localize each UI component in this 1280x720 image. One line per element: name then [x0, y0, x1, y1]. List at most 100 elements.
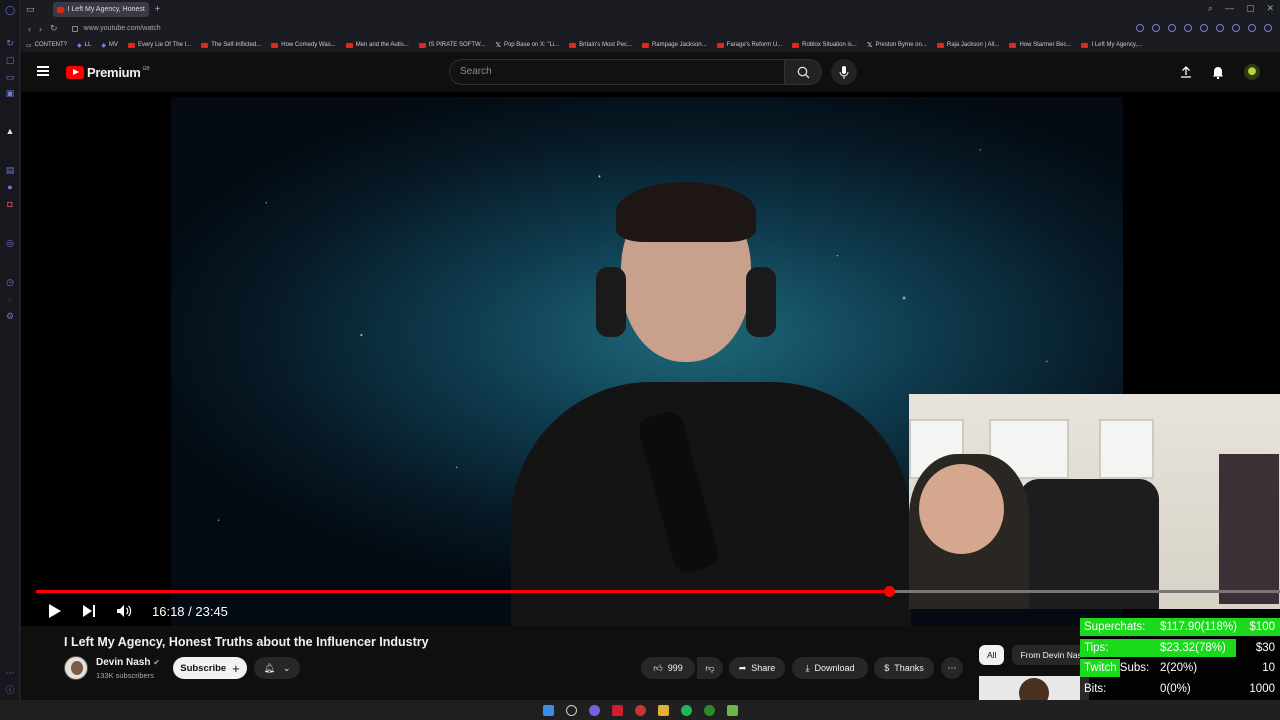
bookmark-item[interactable]: Men and the Autis... [345, 42, 409, 48]
opera-taskbar-icon[interactable] [611, 704, 623, 716]
forward-icon[interactable]: › [39, 24, 42, 34]
zoom-icon[interactable] [1136, 24, 1144, 32]
progress-bar-played[interactable] [36, 590, 890, 593]
tab-active[interactable]: I Left My Agency, Honest [52, 2, 149, 17]
sidebar-settings-icon[interactable]: ⚙ [5, 311, 15, 321]
bookmark-item[interactable]: The Self-Inflicted... [201, 42, 261, 48]
bookmark-item[interactable]: ◆ LL [77, 42, 91, 49]
like-button[interactable]: 👍︎ 999 [641, 657, 695, 679]
bookmark-item[interactable]: How Starmer Bec... [1009, 42, 1071, 48]
share-icon: ➦ [738, 662, 747, 673]
maximize-icon[interactable]: ▢ [1246, 3, 1255, 14]
sidebar-twitch-icon[interactable]: ▤ [5, 165, 15, 175]
download-button[interactable]: ⤓ Download [792, 657, 868, 679]
video-player[interactable]: 16:18 / 23:45 [21, 92, 1280, 626]
close-icon[interactable]: ✕ [1266, 3, 1274, 14]
bookmark-item[interactable]: I Left My Agency,... [1081, 42, 1142, 48]
logo-country-badge: GB [142, 65, 150, 72]
bookmark-label: Britain's Most Pec... [579, 42, 632, 48]
bookmark-item[interactable]: Farage's Reform U... [716, 42, 782, 48]
reload-icon[interactable]: ↻ [50, 23, 58, 34]
sidebar-player-icon[interactable]: ◎ [5, 238, 15, 248]
search-tabs-icon[interactable]: ⌕ [1208, 3, 1213, 14]
chip-all[interactable]: All [979, 645, 1005, 665]
bookmarks-bar: ▭ CONTENT? ◆ LL ◆ MV Every Lie Of The I... The … [20, 38, 1280, 52]
notifications-bell-icon[interactable] [1212, 66, 1224, 79]
bookmark-heart-icon[interactable] [1216, 24, 1224, 32]
minecraft-icon[interactable] [726, 704, 738, 716]
snapshot-icon[interactable] [1168, 24, 1176, 32]
channel-avatar[interactable] [64, 656, 88, 680]
upload-icon[interactable] [1180, 66, 1192, 78]
download-icon[interactable] [1248, 24, 1256, 32]
play-icon[interactable] [48, 603, 62, 619]
bookmark-item[interactable]: Every Lie Of The I... [127, 42, 191, 48]
address-bar-actions [1136, 24, 1272, 32]
extensions-icon[interactable] [1232, 24, 1240, 32]
bookmark-item[interactable]: Britain's Most Pec... [569, 42, 632, 48]
file-explorer-icon[interactable] [657, 704, 669, 716]
bookmark-label: Roblox Situation is... [802, 42, 857, 48]
bookmark-item[interactable]: ▭ CONTENT? [26, 42, 67, 49]
bookmark-label: IS PIRATE SOFTW... [428, 42, 486, 48]
bookmark-item[interactable]: ◆ MV [101, 42, 118, 49]
bookmark-item[interactable]: 𝕏 Pop Base on X: "Li... [495, 41, 559, 49]
more-actions-button[interactable]: ⋯ [941, 657, 963, 679]
xbox-icon[interactable] [703, 704, 715, 716]
bookmark-item[interactable]: IS PIRATE SOFTW... [418, 42, 486, 48]
player-icon[interactable] [1200, 24, 1208, 32]
dislike-button[interactable]: 👎︎ [697, 657, 723, 679]
account-avatar[interactable] [1244, 64, 1260, 80]
volume-icon[interactable] [116, 604, 132, 618]
sidebar-chat-icon[interactable]: ▢ [5, 55, 15, 65]
voice-search-button[interactable] [831, 59, 857, 85]
bookmark-item[interactable]: 𝕏 Preston Byrne on... [867, 41, 927, 49]
subscriber-count: 133K subscribers [96, 671, 154, 680]
vpn-icon[interactable] [1184, 24, 1192, 32]
share-button[interactable]: ➦ Share [729, 657, 785, 679]
channel-name-text: Devin Nash [96, 657, 151, 668]
thanks-button[interactable]: $ Thanks [874, 657, 934, 679]
search-input[interactable]: Search [449, 59, 785, 85]
bookmark-item[interactable]: How Comedy Was... [271, 42, 336, 48]
sidebar-refresh-icon[interactable]: ↻ [5, 38, 15, 48]
spotify-icon[interactable] [680, 704, 692, 716]
sidebar-aria-icon[interactable]: ▲ [5, 126, 15, 136]
search-button[interactable] [784, 59, 822, 85]
goal-row: Tips: $23.32(78%) $30 [1080, 638, 1280, 658]
sidebar-message-icon[interactable]: ▭ [5, 72, 15, 82]
sidebar-flow-icon[interactable]: ◌ [5, 294, 15, 304]
bookmark-item[interactable]: Rampage Jackson... [641, 42, 707, 48]
sidebar-info-icon[interactable]: ⓘ [5, 685, 15, 695]
minimize-icon[interactable]: — [1225, 3, 1234, 14]
sidebar-history-icon[interactable]: ◷ [5, 277, 15, 287]
bookmark-item[interactable]: Roblox Situation is... [792, 42, 857, 48]
sidebar-more-icon[interactable]: ⋯ [5, 668, 15, 678]
logo-text: Premium [87, 65, 141, 80]
bookmark-item[interactable]: Raja Jackson | Alt... [936, 42, 999, 48]
progress-bar-remaining[interactable] [889, 590, 1280, 593]
menu-icon[interactable] [37, 66, 49, 76]
camera-icon[interactable] [1152, 24, 1160, 32]
opera-menu-icon[interactable]: ◯ [5, 5, 15, 15]
next-icon[interactable] [82, 604, 96, 618]
tab-bar: ▭ I Left My Agency, Honest + ⌕ — ▢ ✕ [20, 0, 1280, 19]
recommended-thumbnail[interactable] [979, 676, 1089, 700]
url-field[interactable]: www.youtube.com/watch [71, 25, 161, 32]
sidebar-messenger-icon[interactable]: ● [5, 182, 15, 192]
tab-overview-icon[interactable]: ▭ [26, 4, 35, 15]
new-tab-icon[interactable]: + [155, 4, 161, 15]
taskbar-search-icon[interactable] [565, 704, 577, 716]
sidebar-instagram-icon[interactable]: ◘ [5, 199, 15, 209]
obs-taskbar-icon[interactable] [634, 704, 646, 716]
back-icon[interactable]: ‹ [28, 24, 31, 34]
notification-settings-button[interactable]: 🔔︎ ⌄ [254, 657, 300, 679]
youtube-bookmark-icon [1009, 42, 1017, 48]
youtube-premium-logo[interactable]: Premium GB [66, 65, 150, 80]
channel-name[interactable]: Devin Nash ✔ [96, 657, 160, 668]
sidebar-box-icon[interactable]: ▣ [5, 88, 15, 98]
easy-setup-icon[interactable] [1264, 24, 1272, 32]
start-icon[interactable] [542, 704, 554, 716]
taskbar-app-icon[interactable] [588, 704, 600, 716]
subscribe-button[interactable]: Subscribe + [173, 657, 247, 679]
